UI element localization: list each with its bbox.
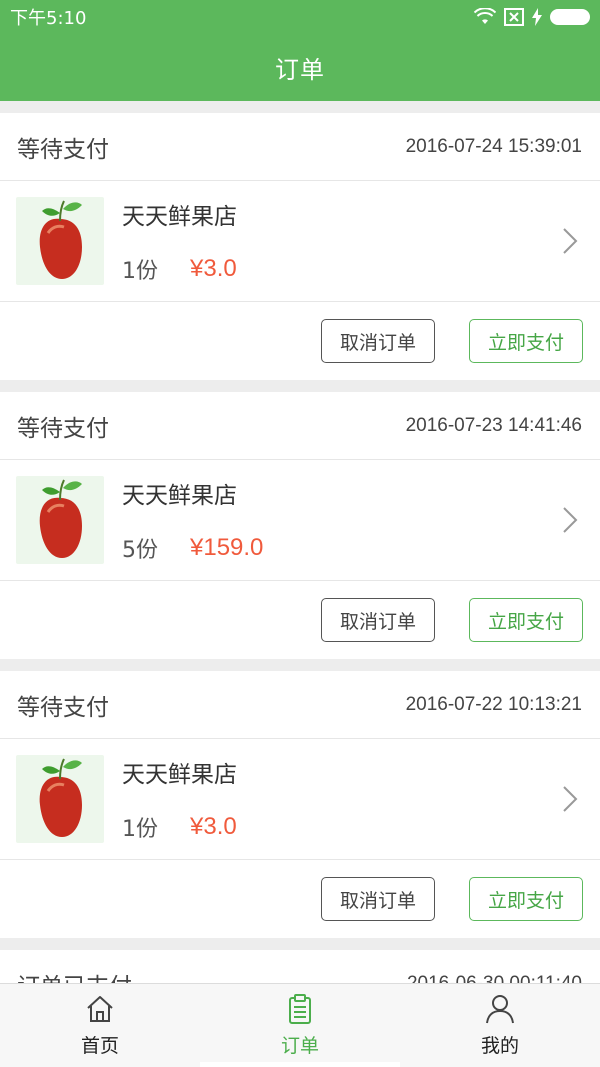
shop-name: 天天鲜果店	[122, 204, 237, 230]
order-item-row[interactable]: 天天鲜果店 1份 ¥3.0	[0, 739, 600, 860]
order-list[interactable]: 等待支付 2016-07-24 15:39:01 天天鲜果店 1份 ¥3.0 取…	[0, 101, 600, 983]
app-bar: 订单	[0, 34, 600, 101]
quantity: 5份	[122, 538, 158, 563]
order-status: 等待支付	[17, 694, 109, 721]
order-card: 等待支付 2016-07-22 10:13:21 天天鲜果店 1份 ¥3.0 取…	[0, 671, 600, 938]
order-time: 2016-06-30 00:11:40	[406, 972, 582, 984]
order-item-info: 天天鲜果店 1份 ¥3.0	[122, 755, 558, 843]
product-image	[16, 197, 104, 285]
order-status: 等待支付	[17, 136, 109, 163]
order-time: 2016-07-22 10:13:21	[405, 693, 582, 715]
battery-icon	[550, 9, 590, 25]
order-actions: 取消订单 立即支付	[0, 860, 600, 938]
order-status: 订单已支付	[17, 967, 132, 984]
pay-now-button[interactable]: 立即支付	[469, 877, 583, 921]
nav-home[interactable]: 首页	[0, 984, 200, 1067]
order-actions: 取消订单 立即支付	[0, 302, 600, 380]
active-tab-indicator	[200, 1062, 400, 1067]
quantity: 1份	[122, 259, 158, 284]
order-header: 等待支付 2016-07-22 10:13:21	[0, 671, 600, 739]
product-image	[16, 755, 104, 843]
price: ¥3.0	[190, 255, 237, 282]
order-item-row[interactable]: 天天鲜果店 5份 ¥159.0	[0, 460, 600, 581]
cancel-order-button[interactable]: 取消订单	[321, 877, 435, 921]
wifi-icon	[474, 8, 496, 24]
price: ¥159.0	[190, 534, 264, 561]
item-line: 5份 ¥159.0	[122, 532, 558, 564]
nav-profile[interactable]: 我的	[400, 984, 600, 1067]
fruit-icon	[39, 200, 82, 279]
fruit-icon	[39, 479, 82, 558]
chevron-right-icon	[563, 228, 578, 254]
pay-now-button[interactable]: 立即支付	[469, 598, 583, 642]
nav-orders[interactable]: 订单	[200, 984, 400, 1067]
pay-now-button[interactable]: 立即支付	[469, 319, 583, 363]
status-bar: 下午5:10	[0, 0, 600, 34]
price: ¥3.0	[190, 813, 237, 840]
no-sim-icon	[504, 8, 524, 26]
top-bar: 下午5:10 订单	[0, 0, 600, 101]
order-item-info: 天天鲜果店 1份 ¥3.0	[122, 197, 558, 285]
order-time: 2016-07-23 14:41:46	[405, 414, 582, 436]
page-title: 订单	[275, 56, 325, 84]
shop-name: 天天鲜果店	[122, 762, 237, 788]
quantity: 1份	[122, 817, 158, 842]
charging-icon	[532, 8, 542, 26]
order-card: 等待支付 2016-07-23 14:41:46 天天鲜果店 5份 ¥159.0	[0, 392, 600, 659]
cancel-order-button[interactable]: 取消订单	[321, 598, 435, 642]
status-time: 下午5:10	[10, 8, 87, 29]
order-header: 等待支付 2016-07-24 15:39:01	[0, 113, 600, 181]
chevron-right-icon	[563, 507, 578, 533]
order-card: 等待支付 2016-07-24 15:39:01 天天鲜果店 1份 ¥3.0 取…	[0, 113, 600, 380]
chevron-right-icon	[563, 786, 578, 812]
order-time: 2016-07-24 15:39:01	[405, 135, 582, 157]
order-header: 等待支付 2016-07-23 14:41:46	[0, 392, 600, 460]
order-header: 订单已支付 2016-06-30 00:11:40	[0, 950, 600, 984]
nav-orders-label: 订单	[280, 1035, 319, 1057]
order-card: 订单已支付 2016-06-30 00:11:40	[0, 950, 600, 983]
user-icon	[486, 995, 514, 1024]
item-line: 1份 ¥3.0	[122, 811, 558, 843]
fruit-icon	[39, 758, 82, 837]
order-status: 等待支付	[17, 415, 109, 442]
order-item-info: 天天鲜果店 5份 ¥159.0	[122, 476, 558, 564]
clipboard-icon	[289, 994, 311, 1024]
product-image	[16, 476, 104, 564]
order-actions: 取消订单 立即支付	[0, 581, 600, 659]
bottom-nav: 首页 订单 我的	[0, 983, 600, 1067]
nav-home-label: 首页	[80, 1035, 119, 1057]
cancel-order-button[interactable]: 取消订单	[321, 319, 435, 363]
item-line: 1份 ¥3.0	[122, 253, 558, 285]
home-icon	[87, 996, 113, 1022]
order-item-row[interactable]: 天天鲜果店 1份 ¥3.0	[0, 181, 600, 302]
nav-profile-label: 我的	[480, 1035, 519, 1057]
status-icons	[474, 8, 590, 26]
shop-name: 天天鲜果店	[122, 483, 237, 509]
